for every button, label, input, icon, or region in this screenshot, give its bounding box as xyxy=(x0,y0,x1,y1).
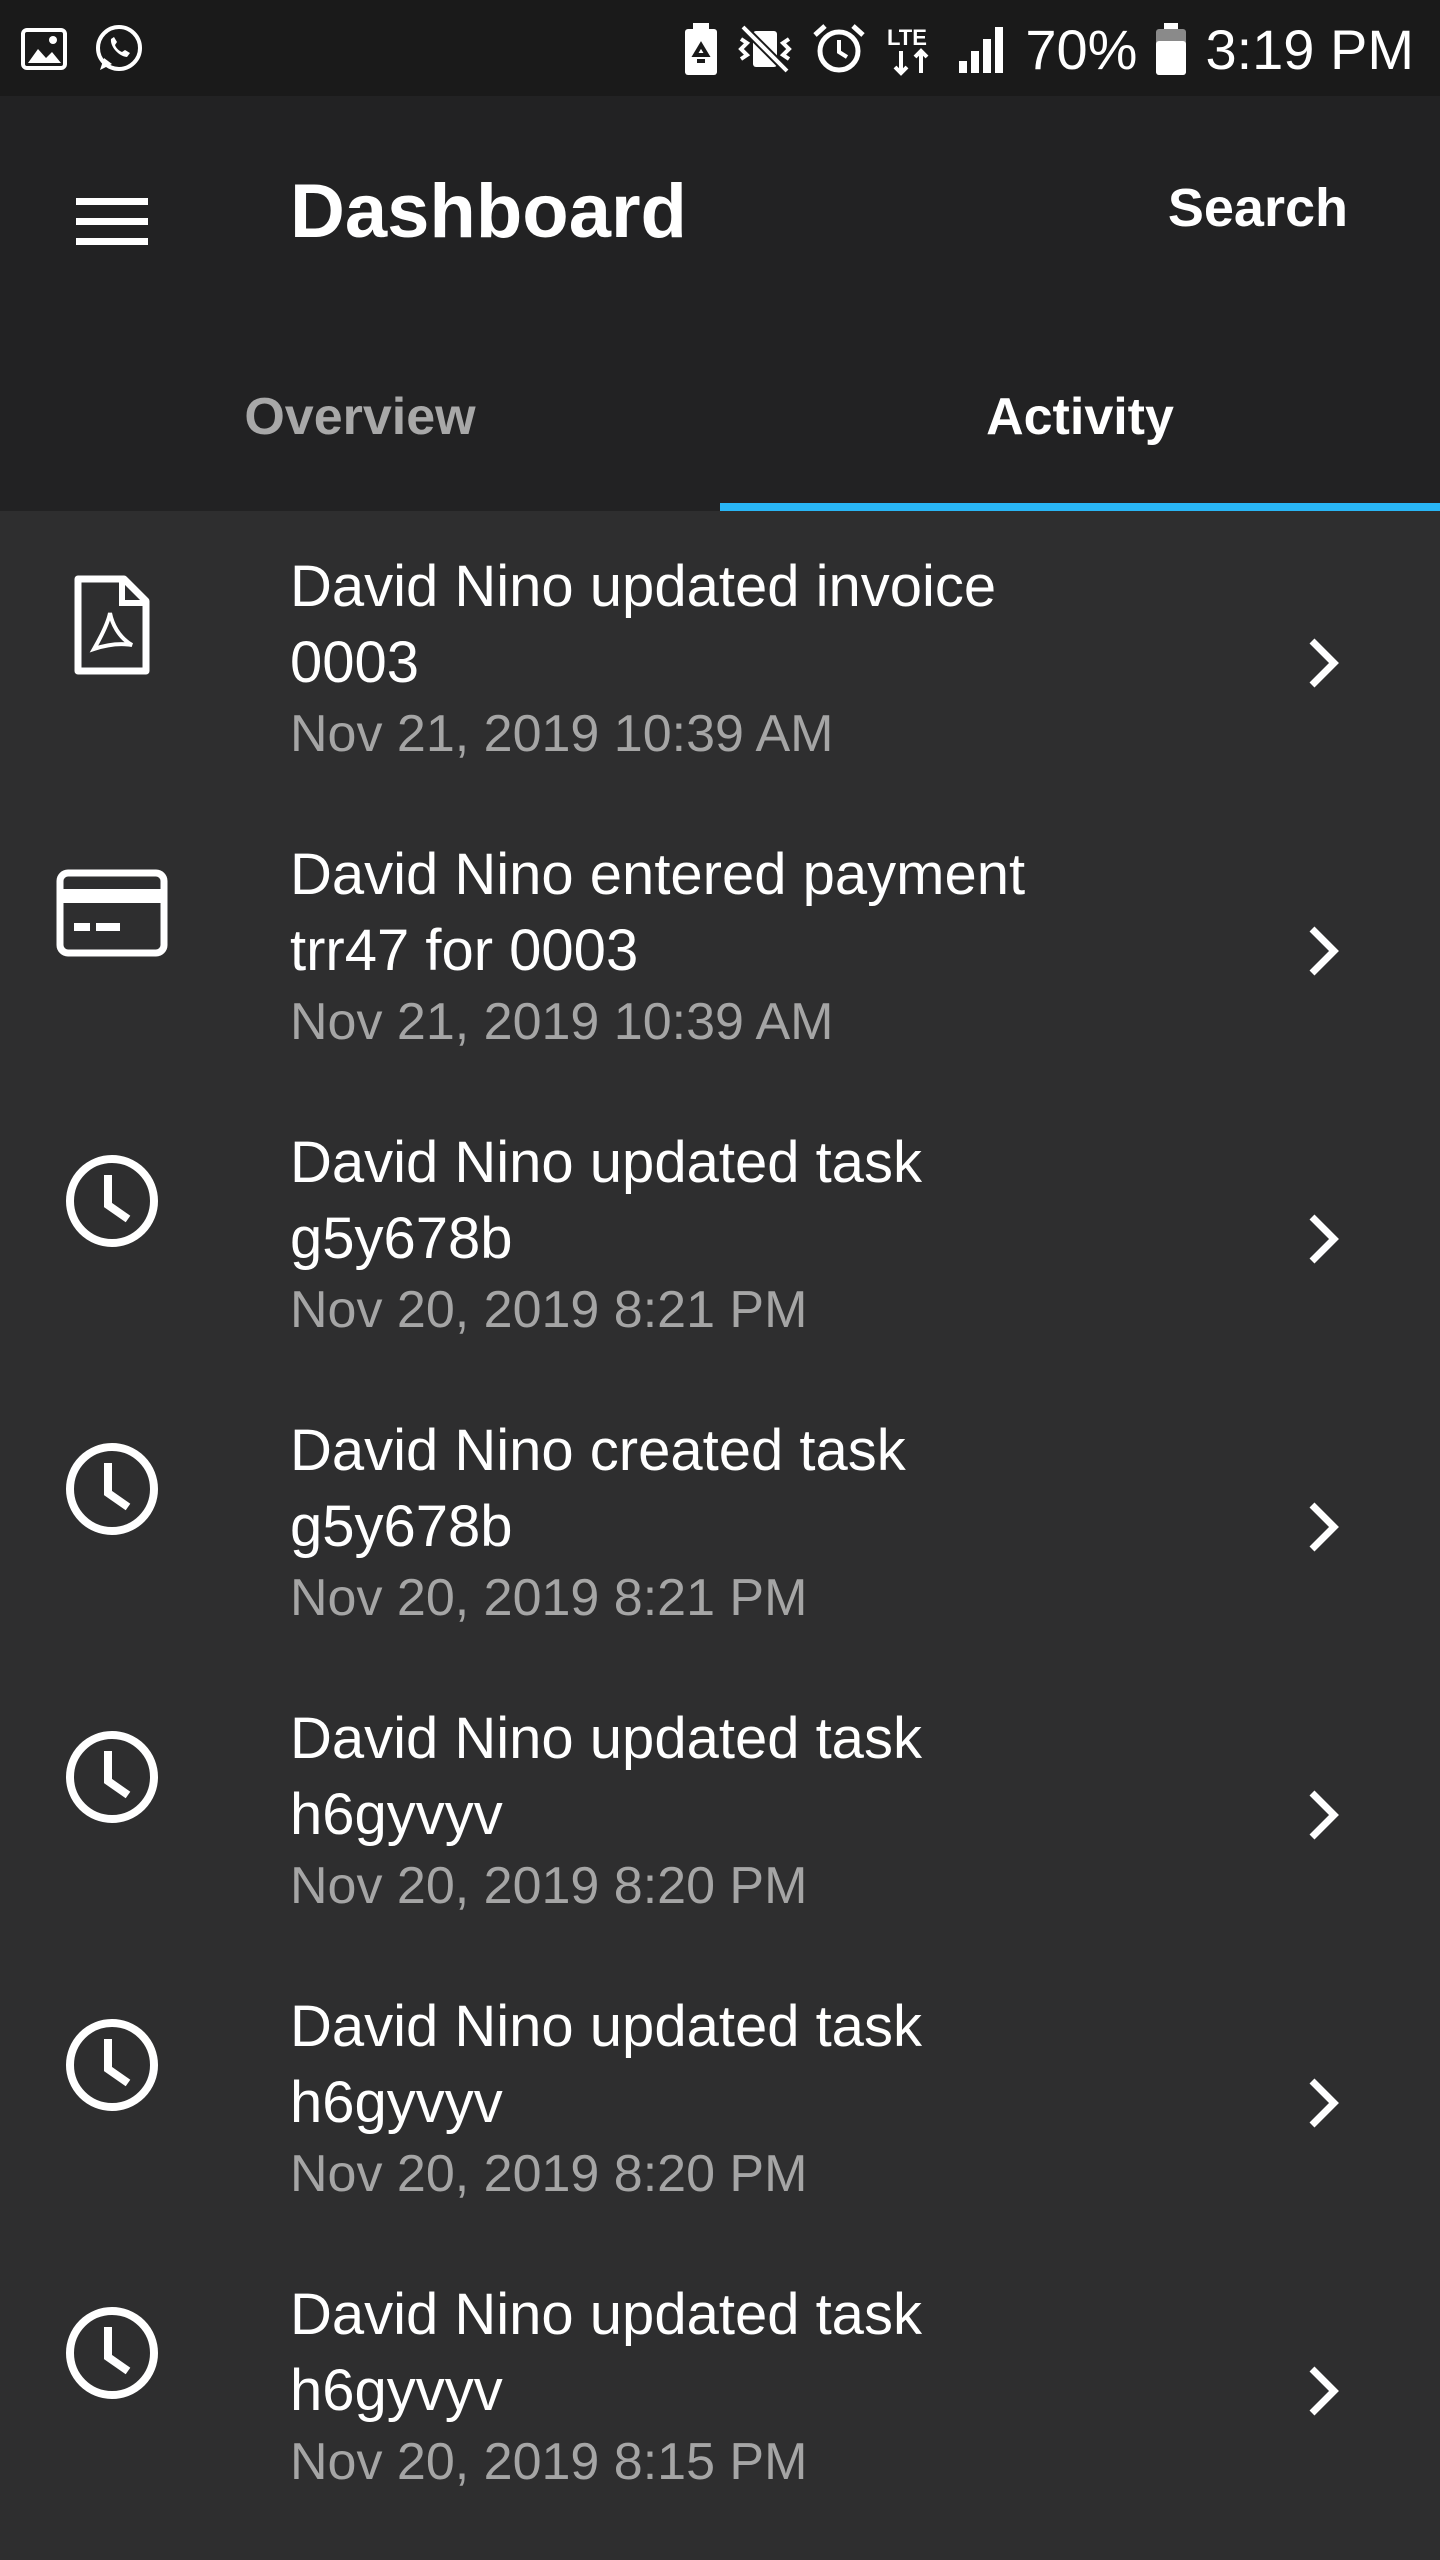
clock-icon xyxy=(56,2297,168,2409)
image-icon xyxy=(20,25,68,78)
activity-title: David Nino entered payment trr47 for 000… xyxy=(290,842,1026,983)
activity-date: Nov 21, 2019 10:39 AM xyxy=(290,993,834,1051)
activity-text: David Nino updated task h6gyvyv Nov 20, … xyxy=(290,1701,1290,1919)
clock-time: 3:19 PM xyxy=(1205,17,1414,81)
hamburger-menu-icon xyxy=(76,198,148,245)
vibrate-mute-icon xyxy=(737,21,793,77)
pdf-document-icon xyxy=(56,569,168,681)
tab-overview-label: Overview xyxy=(244,388,476,446)
credit-card-icon xyxy=(56,857,168,969)
list-item[interactable]: David Nino entered payment trr47 for 000… xyxy=(0,799,1440,1087)
clock-icon xyxy=(56,1433,168,1545)
page-title: Dashboard xyxy=(290,169,687,254)
battery-saver-icon xyxy=(683,21,719,77)
activity-title: David Nino updated task h6gyvyv xyxy=(290,1706,922,1847)
activity-list: David Nino updated invoice 0003 Nov 21, … xyxy=(0,511,1440,2527)
tab-overview[interactable]: Overview xyxy=(0,323,720,511)
svg-text:LTE: LTE xyxy=(887,25,927,50)
list-item[interactable]: David Nino updated task h6gyvyv Nov 20, … xyxy=(0,1951,1440,2239)
chevron-right-icon xyxy=(1294,911,1354,991)
activity-date: Nov 20, 2019 8:15 PM xyxy=(290,2433,808,2491)
status-bar: LTE 70% 3:19 PM xyxy=(0,0,1440,96)
activity-text: David Nino updated task h6gyvyv Nov 20, … xyxy=(290,1989,1290,2207)
battery-icon xyxy=(1155,21,1187,77)
signal-icon xyxy=(957,23,1007,75)
tab-activity[interactable]: Activity xyxy=(720,323,1440,511)
activity-title: David Nino updated task g5y678b xyxy=(290,1130,922,1271)
search-button[interactable]: Search xyxy=(1168,176,1348,241)
chevron-right-icon xyxy=(1294,1775,1354,1855)
activity-title: David Nino updated task h6gyvyv xyxy=(290,2282,922,2423)
clock-icon xyxy=(56,1145,168,1257)
chevron-right-icon xyxy=(1294,2063,1354,2143)
chevron-right-icon xyxy=(1294,1487,1354,1567)
activity-text: David Nino updated task g5y678b Nov 20, … xyxy=(290,1125,1290,1343)
chevron-right-icon xyxy=(1294,623,1354,703)
status-left-icons xyxy=(20,22,146,81)
activity-text: David Nino entered payment trr47 for 000… xyxy=(290,837,1290,1055)
list-item[interactable]: David Nino updated task h6gyvyv Nov 20, … xyxy=(0,1663,1440,1951)
clock-icon xyxy=(56,2009,168,2121)
clock-icon xyxy=(56,1721,168,1833)
list-item[interactable]: David Nino updated task h6gyvyv Nov 20, … xyxy=(0,2239,1440,2527)
activity-text: David Nino updated task h6gyvyv Nov 20, … xyxy=(290,2277,1290,2495)
lte-icon: LTE xyxy=(885,21,939,77)
activity-date: Nov 20, 2019 8:21 PM xyxy=(290,1569,808,1627)
tab-bar: Overview Activity xyxy=(0,323,1440,511)
chevron-right-icon xyxy=(1294,2351,1354,2431)
whatsapp-icon xyxy=(92,22,146,81)
list-item[interactable]: David Nino updated task g5y678b Nov 20, … xyxy=(0,1087,1440,1375)
activity-date: Nov 20, 2019 8:20 PM xyxy=(290,1857,808,1915)
activity-date: Nov 21, 2019 10:39 AM xyxy=(290,705,834,763)
activity-title: David Nino updated invoice 0003 xyxy=(290,554,997,695)
list-item[interactable]: David Nino updated invoice 0003 Nov 21, … xyxy=(0,511,1440,799)
alarm-icon xyxy=(811,21,867,77)
battery-percent: 70% xyxy=(1025,17,1138,81)
activity-text: David Nino updated invoice 0003 Nov 21, … xyxy=(290,549,1290,767)
list-item[interactable]: David Nino created task g5y678b Nov 20, … xyxy=(0,1375,1440,1663)
activity-title: David Nino updated task h6gyvyv xyxy=(290,1994,922,2135)
activity-title: David Nino created task g5y678b xyxy=(290,1418,906,1559)
tab-activity-label: Activity xyxy=(986,388,1174,446)
chevron-right-icon xyxy=(1294,1199,1354,1279)
active-tab-indicator xyxy=(720,503,1440,511)
activity-date: Nov 20, 2019 8:21 PM xyxy=(290,1281,808,1339)
activity-date: Nov 20, 2019 8:20 PM xyxy=(290,2145,808,2203)
activity-text: David Nino created task g5y678b Nov 20, … xyxy=(290,1413,1290,1631)
status-right-icons: LTE 70% 3:19 PM xyxy=(683,14,1414,84)
hamburger-menu-button[interactable] xyxy=(62,172,162,272)
